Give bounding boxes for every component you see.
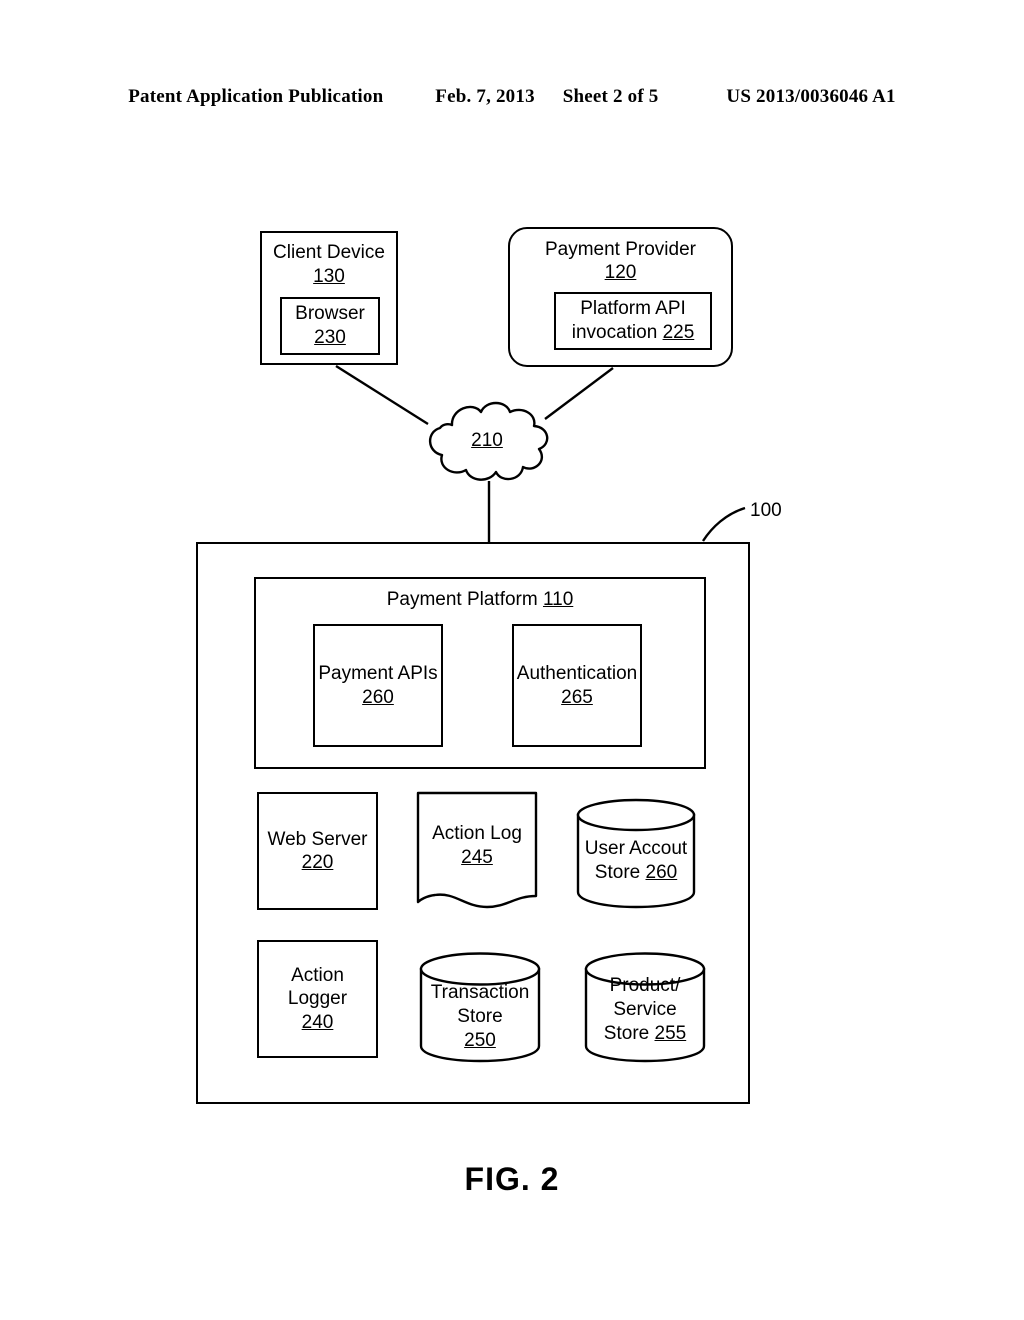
payment-apis-title: Payment APIs <box>318 663 438 685</box>
action-log-title: Action Log <box>432 823 522 844</box>
platform-api-line1: Platform API <box>580 298 686 320</box>
payment-provider-ref: 120 <box>604 262 637 284</box>
action-log-node[interactable]: Action Log 245 <box>415 790 539 910</box>
client-device-node[interactable]: Client Device 130 Browser 230 <box>260 231 398 365</box>
payment-apis-node[interactable]: Payment APIs 260 <box>313 624 443 747</box>
web-server-node[interactable]: Web Server 220 <box>257 792 378 910</box>
action-log-ref: 245 <box>461 846 493 868</box>
action-logger-line2: Logger <box>287 988 348 1010</box>
authentication-ref: 265 <box>561 686 593 708</box>
product-service-store-ref: 255 <box>654 1022 687 1044</box>
platform-api-invocation-node[interactable]: Platform API invocation 225 <box>554 292 712 350</box>
link-client-device-to-cloud <box>335 364 429 426</box>
browser-node[interactable]: Browser 230 <box>280 297 380 355</box>
user-account-store-node[interactable]: User Accout Store 260 <box>575 797 697 910</box>
client-device-ref: 130 <box>313 265 345 287</box>
network-cloud-ref: 210 <box>471 430 503 451</box>
figure-caption: FIG. 2 <box>464 1161 560 1197</box>
publication-number: US 2013/0036046 A1 <box>726 86 896 107</box>
web-server-ref: 220 <box>301 852 334 873</box>
user-account-store-text: User Accout Store 260 <box>575 837 697 885</box>
user-account-store-ref: 260 <box>645 861 678 883</box>
action-logger-ref: 240 <box>301 1011 334 1033</box>
product-service-store-line1: Product/ <box>609 975 681 996</box>
browser-ref: 230 <box>314 327 346 348</box>
authentication-title: Authentication <box>516 663 638 685</box>
transaction-store-line2: Store <box>457 1005 503 1027</box>
user-account-store-line2: Store <box>594 861 641 883</box>
transaction-store-ref: 250 <box>464 1029 496 1051</box>
transaction-store-text: Transaction Store 250 <box>418 981 542 1052</box>
payment-apis-ref: 260 <box>362 686 394 708</box>
web-server-title: Web Server <box>267 828 368 850</box>
browser-title: Browser <box>295 303 365 325</box>
payment-platform-title: Payment Platform <box>386 589 538 610</box>
action-log-text: Action Log 245 <box>415 822 539 870</box>
network-cloud-node[interactable]: 210 <box>418 399 556 489</box>
product-service-store-line2: Service <box>613 998 677 1020</box>
patent-page-header: Patent Application Publication Feb. 7, 2… <box>0 86 1024 108</box>
callout-leader-100 <box>701 506 746 542</box>
platform-api-ref: 225 <box>662 322 695 343</box>
payment-platform-ref: 110 <box>542 589 574 610</box>
client-device-title: Client Device <box>273 242 385 263</box>
authentication-node[interactable]: Authentication 265 <box>512 624 642 747</box>
platform-api-line2: invocation <box>571 322 658 343</box>
payment-provider-node[interactable]: Payment Provider 120 Platform API invoca… <box>508 227 733 367</box>
product-service-store-node[interactable]: Product/ Service Store 255 <box>583 950 707 1065</box>
product-service-store-text: Product/ Service Store 255 <box>583 974 707 1045</box>
sheet-number: Sheet 2 of 5 <box>562 86 659 107</box>
publication-label: Patent Application Publication <box>128 86 384 107</box>
publication-date: Feb. 7, 2013 <box>435 86 535 107</box>
action-logger-line1: Action <box>291 965 344 987</box>
user-account-store-line1: User Accout <box>584 838 688 859</box>
system-ref-callout: 100 <box>750 500 782 521</box>
product-service-store-line3: Store <box>603 1022 650 1044</box>
payment-provider-title: Payment Provider <box>544 239 696 260</box>
action-logger-node[interactable]: Action Logger 240 <box>257 940 378 1058</box>
payment-platform-title-row: Payment Platform 110 <box>256 588 704 611</box>
transaction-store-line1: Transaction <box>430 982 530 1003</box>
transaction-store-node[interactable]: Transaction Store 250 <box>418 950 542 1065</box>
